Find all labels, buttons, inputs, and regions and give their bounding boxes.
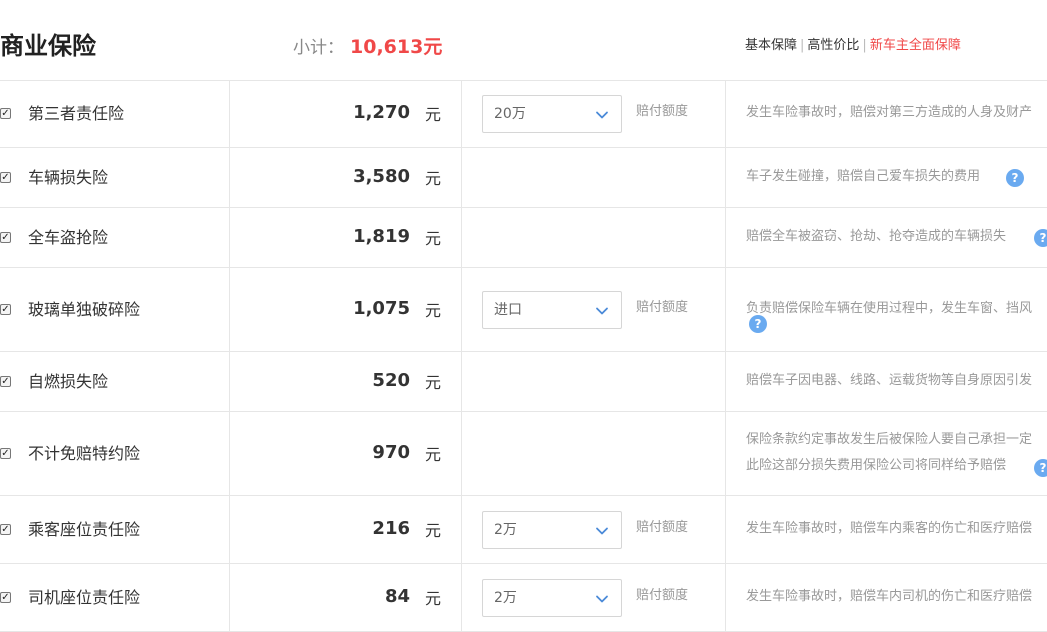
checked-checkbox-icon[interactable]: ✓ [0,524,11,535]
insurance-price: 1,270 [353,102,410,123]
chevron-down-icon [596,111,608,119]
column-divider [725,80,726,632]
price-unit: 元 [425,301,442,320]
insurance-description: 车子发生碰撞，赔偿自己爱车损失的费用 [746,164,980,190]
checked-checkbox-icon[interactable]: ✓ [0,448,11,459]
plan-basic[interactable]: 基本保障 [745,38,797,53]
price-unit: 元 [425,445,442,464]
insurance-price: 216 [372,518,410,539]
select-value: 2万 [494,590,517,606]
coverage-amount-select[interactable]: 20万 [482,95,622,133]
coverage-label: 赔付额度 [636,520,689,535]
insurance-name: 乘客座位责任险 [28,520,141,539]
insurance-row: ✓ 第三者责任险 1,270 元 20万 赔付额度 发生车险事故时，赔偿对第三方造成的人… [0,80,1047,148]
price-unit: 元 [425,229,442,248]
subtotal-label: 小计： [293,38,344,58]
description-line: 此险这部分损失费用保险公司将同样给予赔偿 [746,458,1007,473]
description-line: 赔偿全车被盗窃、抢劫、抢夺造成的车辆损失 [746,229,1007,244]
insurance-row: ✓ 玻璃单独破碎险 1,075 元 进口 赔付额度 负责赔偿保险车辆在使用过程中，发生车… [0,268,1047,352]
checked-checkbox-icon[interactable]: ✓ [0,172,11,183]
insurance-price: 3,580 [353,166,410,187]
insurance-row: ✓ 车辆损失险 3,580 元 车子发生碰撞，赔偿自己爱车损失的费用? [0,148,1047,208]
insurance-name: 玻璃单独破碎险 [28,300,141,319]
coverage-amount-select[interactable]: 2万 [482,579,622,617]
insurance-name: 第三者责任险 [28,104,125,123]
question-mark-icon[interactable]: ? [1034,459,1047,477]
description-line: 保险条款约定事故发生后被保险人要自己承担一定 [746,432,1033,447]
description-line: 发生车险事故时，赔偿车内乘客的伤亡和医疗赔偿 [746,521,1033,536]
insurance-header: 商业保险 小计： 10,613元 基本保障 | 高性价比 | 新车主全面保障 [0,0,1047,81]
plan-value[interactable]: 高性价比 [807,38,859,53]
insurance-description: 保险条款约定事故发生后被保险人要自己承担一定 此险这部分损失费用保险公司将同样给予… [746,427,1032,479]
price-unit: 元 [425,373,442,392]
select-value: 20万 [494,106,526,122]
insurance-row: ✓ 全车盗抢险 1,819 元 赔偿全车被盗窃、抢劫、抢夺造成的车辆损失? [0,208,1047,268]
subtotal-value: 10,613元 [350,36,443,58]
insurance-price: 520 [372,370,410,391]
coverage-label: 赔付额度 [636,104,689,119]
commercial-insurance-panel: 商业保险 小计： 10,613元 基本保障 | 高性价比 | 新车主全面保障 ✓ 第三者责任… [0,0,1047,632]
plan-separator: | [862,38,867,53]
description-line: 车子发生碰撞，赔偿自己爱车损失的费用 [746,169,981,184]
question-mark-icon[interactable]: ? [749,315,767,333]
plan-new-owner-full[interactable]: 新车主全面保障 [870,38,961,53]
description-line: 赔偿车子因电器、线路、运载货物等自身原因引发 [746,373,1033,388]
description-line: 发生车险事故时，赔偿车内司机的伤亡和医疗赔偿 [746,589,1033,604]
insurance-row: ✓ 司机座位责任险 84 元 2万 赔付额度 发生车险事故时，赔偿车内司机的伤亡和医疗赔… [0,564,1047,632]
insurance-description: 发生车险事故时，赔偿对第三方造成的人身及财产 [746,100,1032,126]
insurance-name: 自燃损失险 [28,372,109,391]
insurance-row: ✓ 自燃损失险 520 元 赔偿车子因电器、线路、运载货物等自身原因引发 [0,352,1047,412]
insurance-row: ✓ 不计免赔特约险 970 元 保险条款约定事故发生后被保险人要自己承担一定 此险这部分损… [0,412,1047,496]
insurance-row: ✓ 乘客座位责任险 216 元 2万 赔付额度 发生车险事故时，赔偿车内乘客的伤亡和医疗… [0,496,1047,564]
insurance-description: 赔偿车子因电器、线路、运载货物等自身原因引发 [746,368,1032,394]
checked-checkbox-icon[interactable]: ✓ [0,108,11,119]
checked-checkbox-icon[interactable]: ✓ [0,232,11,243]
question-mark-icon[interactable]: ? [1034,229,1047,247]
description-line: 发生车险事故时，赔偿对第三方造成的人身及财产 [746,105,1033,120]
column-divider [461,80,462,632]
insurance-price: 1,075 [353,298,410,319]
question-mark-icon[interactable]: ? [1006,169,1024,187]
coverage-amount-select[interactable]: 进口 [482,291,622,329]
checked-checkbox-icon[interactable]: ✓ [0,376,11,387]
coverage-label: 赔付额度 [636,588,689,603]
coverage-label: 赔付额度 [636,300,689,315]
plan-options: 基本保障 | 高性价比 | 新车主全面保障 [745,37,961,55]
insurance-description: 发生车险事故时，赔偿车内司机的伤亡和医疗赔偿 [746,584,1032,610]
insurance-price: 970 [372,442,410,463]
price-unit: 元 [425,169,442,188]
insurance-name: 车辆损失险 [28,168,109,187]
select-value: 2万 [494,522,517,538]
select-value: 进口 [494,302,522,318]
insurance-description: 负责赔偿保险车辆在使用过程中，发生车窗、挡风 [746,296,1032,322]
insurance-description: 赔偿全车被盗窃、抢劫、抢夺造成的车辆损失 [746,224,1006,250]
chevron-down-icon [596,527,608,535]
checked-checkbox-icon[interactable]: ✓ [0,592,11,603]
insurance-name: 不计免赔特约险 [28,444,141,463]
description-line: 负责赔偿保险车辆在使用过程中，发生车窗、挡风 [746,301,1033,316]
section-title: 商业保险 [0,32,96,60]
checked-checkbox-icon[interactable]: ✓ [0,304,11,315]
insurance-description: 发生车险事故时，赔偿车内乘客的伤亡和医疗赔偿 [746,516,1032,542]
insurance-name: 全车盗抢险 [28,228,109,247]
column-divider [229,80,230,632]
chevron-down-icon [596,595,608,603]
insurance-price: 1,819 [353,226,410,247]
plan-separator: | [800,38,805,53]
subtotal: 小计： 10,613元 [293,35,442,60]
price-unit: 元 [425,589,442,608]
insurance-price: 84 [384,586,410,607]
coverage-amount-select[interactable]: 2万 [482,511,622,549]
insurance-name: 司机座位责任险 [28,588,141,607]
price-unit: 元 [425,105,442,124]
chevron-down-icon [596,307,608,315]
price-unit: 元 [425,521,442,540]
